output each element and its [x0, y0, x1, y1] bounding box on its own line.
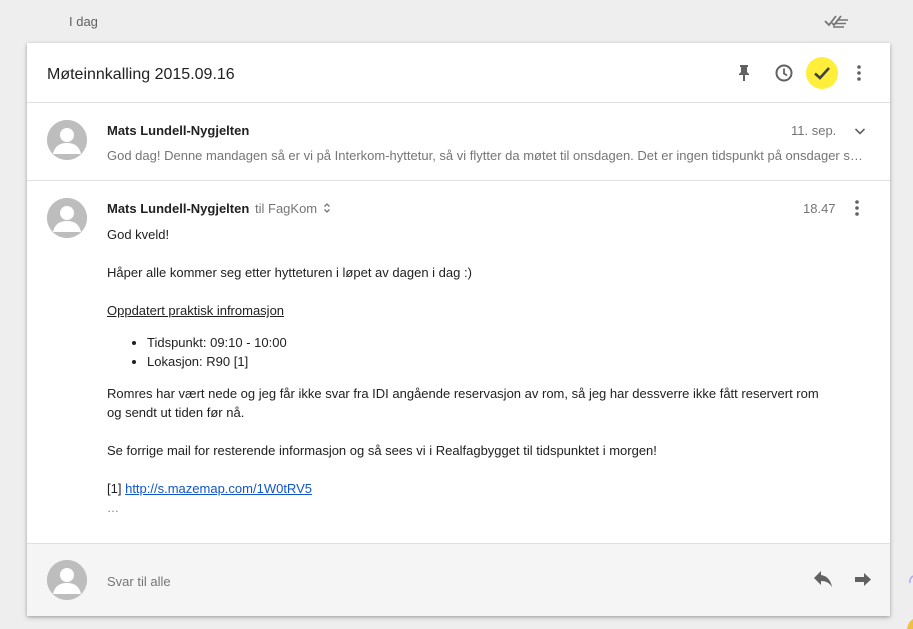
chevron-down-icon[interactable] — [852, 123, 868, 139]
edge-decoration — [907, 575, 913, 629]
message-snippet: God dag! Denne mandagen så er vi på Inte… — [107, 148, 869, 163]
reply-bar[interactable]: Svar til alle — [27, 543, 890, 616]
pin-icon[interactable] — [728, 57, 760, 89]
message-collapsed[interactable]: Mats Lundell-Nygjelten 11. sep. God dag!… — [27, 103, 890, 181]
reference-line: [1] http://s.mazemap.com/1W0tRV5 — [107, 479, 827, 498]
sweep-icon[interactable] — [823, 11, 851, 31]
avatar — [47, 560, 87, 600]
avatar — [47, 120, 87, 160]
reply-all-field[interactable]: Svar til alle — [107, 574, 171, 589]
body-line: Håper alle kommer seg etter hytteturen i… — [107, 265, 472, 280]
info-heading: Oppdatert praktisk infromasjon — [107, 303, 285, 318]
recipient-label: til FagKom — [255, 201, 318, 216]
day-header: I dag — [0, 0, 913, 42]
forward-icon[interactable] — [852, 569, 874, 591]
body-paragraph: Romres har vært nede og jeg får ikke sva… — [107, 386, 819, 420]
message-date: 11. sep. — [791, 123, 837, 138]
mazemap-link[interactable]: http://s.mazemap.com/1W0tRV5 — [125, 481, 312, 496]
sender-name: Mats Lundell-Nygjelten — [107, 201, 250, 216]
done-checkmark-icon[interactable] — [806, 57, 838, 89]
thread-card: Møteinnkalling 2015.09.16 Mats Lundell-N… — [27, 43, 890, 616]
list-item: Tidspunkt: 09:10 - 10:00 — [147, 333, 827, 352]
expand-recipients-icon[interactable] — [322, 201, 332, 215]
message-time: 18.47 — [803, 201, 836, 216]
day-label: I dag — [69, 14, 98, 29]
list-item: Lokasjon: R90 [1] — [147, 352, 827, 371]
clock-icon[interactable] — [768, 57, 800, 89]
info-list: Tidspunkt: 09:10 - 10:00 Lokasjon: R90 [… — [147, 333, 827, 371]
greeting: God kveld! — [107, 227, 170, 242]
more-vert-icon[interactable] — [843, 57, 875, 89]
message-expanded: Mats Lundell-Nygjelten til FagKom 18.47 … — [27, 181, 890, 543]
show-trimmed-button[interactable]: … — [107, 502, 120, 514]
body-paragraph: Se forrige mail for resterende informasj… — [107, 443, 657, 458]
message-body: God kveld! Håper alle kommer seg etter h… — [107, 225, 827, 517]
message-more-icon[interactable] — [847, 198, 867, 218]
avatar — [47, 198, 87, 238]
reference-prefix: [1] — [107, 481, 122, 496]
thread-subject: Møteinnkalling 2015.09.16 — [47, 66, 235, 83]
sender-name: Mats Lundell-Nygjelten — [107, 123, 250, 138]
reply-icon[interactable] — [812, 569, 834, 591]
thread-header: Møteinnkalling 2015.09.16 — [27, 43, 890, 103]
